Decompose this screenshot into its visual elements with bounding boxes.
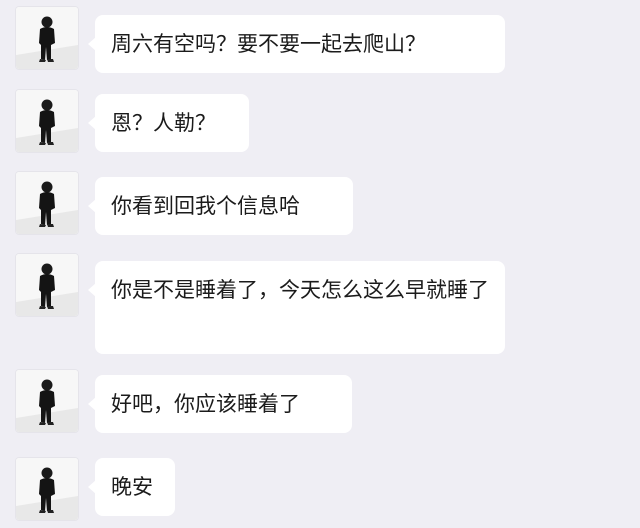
message-bubble[interactable]: 恩？人勒？ [88, 94, 249, 152]
message-bubble[interactable]: 你是不是睡着了，今天怎么这么早就睡了 [88, 261, 505, 354]
avatar[interactable] [16, 90, 78, 152]
person-photo-avatar-icon [16, 90, 78, 152]
avatar[interactable] [16, 458, 78, 520]
person-photo-avatar-icon [16, 458, 78, 520]
chat-window: 周六有空吗？要不要一起去爬山？ 恩？人勒？ 你看到回我个信息哈 你是不是睡着了，… [0, 0, 640, 528]
person-photo-avatar-icon [16, 370, 78, 432]
person-photo-avatar-icon [16, 172, 78, 234]
avatar[interactable] [16, 254, 78, 316]
person-photo-avatar-icon [16, 7, 78, 69]
avatar[interactable] [16, 7, 78, 69]
person-photo-avatar-icon [16, 254, 78, 316]
message-bubble[interactable]: 你看到回我个信息哈 [88, 177, 353, 235]
avatar[interactable] [16, 172, 78, 234]
message-bubble[interactable]: 周六有空吗？要不要一起去爬山？ [88, 15, 505, 73]
avatar[interactable] [16, 370, 78, 432]
message-bubble[interactable]: 好吧，你应该睡着了 [88, 375, 352, 433]
message-bubble[interactable]: 晚安 [88, 458, 175, 516]
